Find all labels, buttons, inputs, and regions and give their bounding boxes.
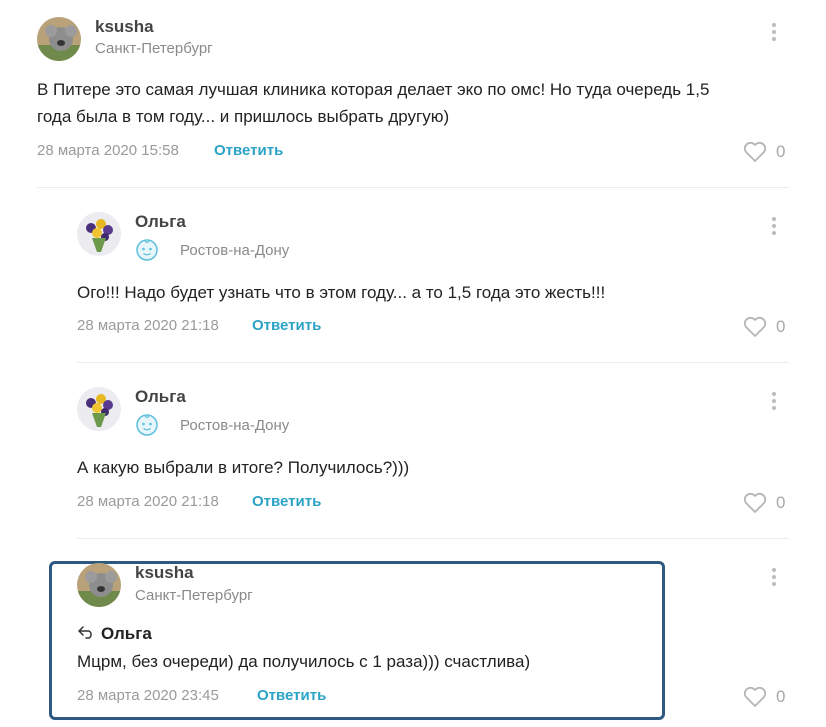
reply-button[interactable]: Ответить	[257, 687, 326, 704]
avatar[interactable]	[77, 387, 121, 431]
divider	[37, 187, 789, 188]
avatar[interactable]	[77, 563, 121, 607]
more-options-icon[interactable]	[771, 392, 777, 410]
divider	[77, 362, 789, 363]
author-city: Санкт-Петербург	[135, 587, 253, 604]
comment-date: 28 марта 2020 23:45	[77, 687, 219, 704]
heart-icon[interactable]	[743, 686, 767, 713]
avatar[interactable]	[77, 212, 121, 256]
like-count: 0	[776, 493, 786, 512]
reply-button[interactable]: Ответить	[214, 142, 283, 159]
avatar[interactable]	[37, 17, 81, 61]
author-city: Ростов-на-Дону	[180, 242, 290, 259]
more-options-icon[interactable]	[771, 217, 777, 235]
more-options-icon[interactable]	[771, 568, 777, 586]
comment-text: Ого!!! Надо будет узнать что в этом году…	[77, 283, 606, 302]
comment-text-line: года была в том году... и пришлось выбра…	[37, 107, 450, 126]
reply-to-name[interactable]: Ольга	[101, 624, 152, 644]
author-name[interactable]: Ольга	[135, 387, 186, 407]
like-count: 0	[776, 317, 786, 336]
like-count: 0	[776, 142, 786, 161]
comment-text: Мцрм, без очереди) да получилось с 1 раз…	[77, 652, 531, 671]
comment-date: 28 марта 2020 21:18	[77, 317, 219, 334]
author-name[interactable]: ksusha	[95, 17, 154, 37]
heart-icon[interactable]	[743, 316, 767, 343]
like-count: 0	[776, 687, 786, 706]
baby-face-icon	[135, 238, 159, 267]
koala-avatar-icon	[77, 563, 121, 607]
reply-to-label: Ольга	[77, 624, 152, 644]
heart-icon[interactable]	[743, 492, 767, 519]
flowers-avatar-icon	[77, 212, 121, 256]
koala-avatar-icon	[37, 17, 81, 61]
baby-face-icon	[135, 413, 159, 442]
reply-button[interactable]: Ответить	[252, 317, 321, 334]
flowers-avatar-icon	[77, 387, 121, 431]
comment-text: А какую выбрали в итоге? Получилось?)))	[77, 458, 410, 477]
reply-arrow-icon	[77, 625, 95, 644]
comment-date: 28 марта 2020 15:58	[37, 142, 179, 159]
reply-button[interactable]: Ответить	[252, 493, 321, 510]
author-name[interactable]: Ольга	[135, 212, 186, 232]
author-city: Санкт-Петербург	[95, 40, 213, 57]
heart-icon[interactable]	[743, 141, 767, 168]
author-name[interactable]: ksusha	[135, 563, 194, 583]
author-city: Ростов-на-Дону	[180, 417, 290, 434]
divider	[77, 538, 789, 539]
comment-text: В Питере это самая лучшая клиника котора…	[37, 76, 797, 130]
more-options-icon[interactable]	[771, 23, 777, 41]
comment-text-line: В Питере это самая лучшая клиника котора…	[37, 80, 710, 99]
comment-date: 28 марта 2020 21:18	[77, 493, 219, 510]
